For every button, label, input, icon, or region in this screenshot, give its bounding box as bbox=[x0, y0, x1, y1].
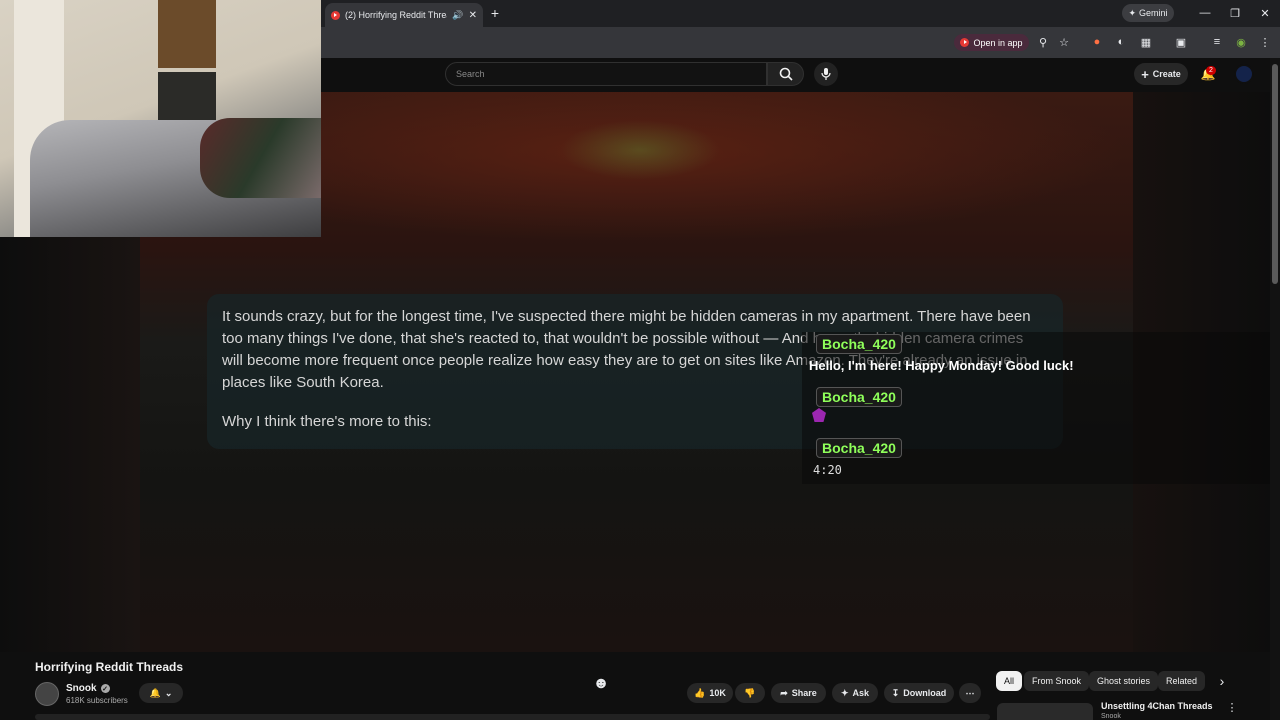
youtube-icon bbox=[960, 38, 970, 47]
channel-avatar[interactable] bbox=[35, 682, 59, 706]
extension-icon[interactable]: ◐ bbox=[1113, 34, 1129, 50]
like-count: 10K bbox=[709, 688, 726, 698]
recommendation-thumbnail[interactable] bbox=[997, 703, 1093, 720]
notification-badge: 2 bbox=[1206, 66, 1216, 75]
recommendation-channel: Snook bbox=[1101, 713, 1121, 720]
minimize-button[interactable]: — bbox=[1190, 3, 1220, 23]
webcam-blanket bbox=[200, 118, 321, 198]
download-label: Download bbox=[903, 688, 947, 698]
chevron-down-icon: ⌄ bbox=[164, 687, 173, 698]
bookmark-star-icon[interactable]: ☆ bbox=[1056, 34, 1072, 50]
extension-icon[interactable]: ● bbox=[1089, 34, 1105, 50]
stream-chat-overlay bbox=[802, 332, 1280, 484]
maximize-button[interactable]: ❐ bbox=[1220, 3, 1250, 23]
chip-ghost-stories[interactable]: Ghost stories bbox=[1089, 671, 1159, 691]
new-tab-button[interactable]: + bbox=[487, 4, 503, 22]
share-button[interactable]: ➦ Share bbox=[771, 683, 826, 703]
search-button[interactable] bbox=[767, 62, 804, 86]
recommendation-menu-icon[interactable]: ⋮ bbox=[1226, 700, 1238, 714]
description-box[interactable] bbox=[35, 714, 990, 720]
zoom-icon[interactable]: ⚲ bbox=[1035, 34, 1051, 50]
search-input[interactable]: Search bbox=[445, 62, 767, 86]
profile-icon[interactable]: ◉ bbox=[1233, 34, 1249, 50]
bell-icon: 🔔 bbox=[149, 687, 161, 698]
thumbs-down-icon: 👎 bbox=[744, 687, 756, 698]
webcam-poster bbox=[158, 0, 216, 68]
chrome-menu-icon[interactable]: ⋮ bbox=[1258, 34, 1272, 50]
search-icon bbox=[779, 67, 793, 81]
video-cloud-highlight bbox=[560, 120, 720, 180]
chat-message: 4:20 bbox=[813, 463, 842, 477]
webcam-overlay bbox=[0, 0, 321, 237]
chat-username: Bocha_420 bbox=[816, 438, 902, 458]
scrollbar-thumb[interactable] bbox=[1272, 64, 1278, 284]
subscribe-bell-button[interactable]: 🔔 ⌄ bbox=[139, 683, 183, 703]
more-horizontal-icon: ⋯ bbox=[965, 687, 975, 698]
gemini-label: Gemini bbox=[1139, 8, 1168, 18]
plus-icon: + bbox=[1141, 66, 1149, 82]
browser-tab[interactable]: (2) Horrifying Reddit Threa 🔊 ✕ bbox=[325, 3, 483, 27]
speaker-icon[interactable]: 🔊 bbox=[452, 10, 463, 21]
verified-check-icon: ✓ bbox=[100, 684, 110, 693]
download-icon: ↧ bbox=[891, 687, 900, 698]
chevron-right-icon[interactable]: › bbox=[1212, 671, 1232, 691]
mascot-icon: ☻ bbox=[592, 675, 610, 692]
subscriber-count: 618K subscribers bbox=[66, 696, 128, 705]
gemini-button[interactable]: ✦ Gemini bbox=[1122, 4, 1174, 22]
create-button[interactable]: + Create bbox=[1134, 63, 1188, 85]
extensions-puzzle-icon[interactable]: ▦ bbox=[1138, 34, 1154, 50]
dislike-button[interactable]: 👎 bbox=[735, 683, 765, 703]
youtube-favicon-icon bbox=[331, 10, 340, 20]
chip-from-snook[interactable]: From Snook bbox=[1024, 671, 1090, 691]
download-button[interactable]: ↧ Download bbox=[884, 683, 954, 703]
chat-message: Hello, I'm here! Happy Monday! Good luck… bbox=[809, 358, 1074, 373]
channel-name-label: Snook bbox=[66, 683, 97, 694]
create-label: Create bbox=[1152, 69, 1181, 79]
chat-username: Bocha_420 bbox=[816, 334, 902, 354]
ask-button[interactable]: ✦ Ask bbox=[832, 683, 878, 703]
channel-name[interactable]: Snook ✓ bbox=[66, 683, 110, 694]
gemini-sparkle-icon: ✦ bbox=[1128, 7, 1137, 18]
microphone-icon bbox=[821, 68, 831, 80]
voice-search-button[interactable] bbox=[814, 62, 838, 86]
sparkle-icon: ✦ bbox=[840, 687, 849, 698]
more-actions-button[interactable]: ⋯ bbox=[959, 683, 981, 703]
chat-username: Bocha_420 bbox=[816, 387, 902, 407]
share-label: Share bbox=[791, 688, 817, 698]
open-in-app-label: Open in app bbox=[973, 37, 1023, 48]
tab-title: (2) Horrifying Reddit Threa bbox=[345, 10, 448, 20]
thumbs-up-icon: 👍 bbox=[694, 687, 706, 698]
ask-label: Ask bbox=[852, 688, 870, 698]
tab-close-icon[interactable]: ✕ bbox=[469, 10, 477, 21]
reading-list-icon[interactable]: ≡ bbox=[1209, 34, 1225, 50]
share-icon: ➦ bbox=[780, 687, 788, 698]
like-button[interactable]: 👍 10K bbox=[687, 683, 733, 703]
account-avatar[interactable] bbox=[1234, 64, 1254, 84]
cast-icon[interactable]: ▣ bbox=[1173, 34, 1189, 50]
video-title: Horrifying Reddit Threads bbox=[35, 660, 184, 674]
chip-all[interactable]: All bbox=[996, 671, 1023, 691]
recommendation-title[interactable]: Unsettling 4Chan Threads bbox=[1101, 701, 1213, 711]
open-in-app-button[interactable]: Open in app bbox=[954, 34, 1029, 51]
chip-related[interactable]: Related bbox=[1158, 671, 1206, 691]
close-window-button[interactable]: ✕ bbox=[1250, 3, 1280, 23]
